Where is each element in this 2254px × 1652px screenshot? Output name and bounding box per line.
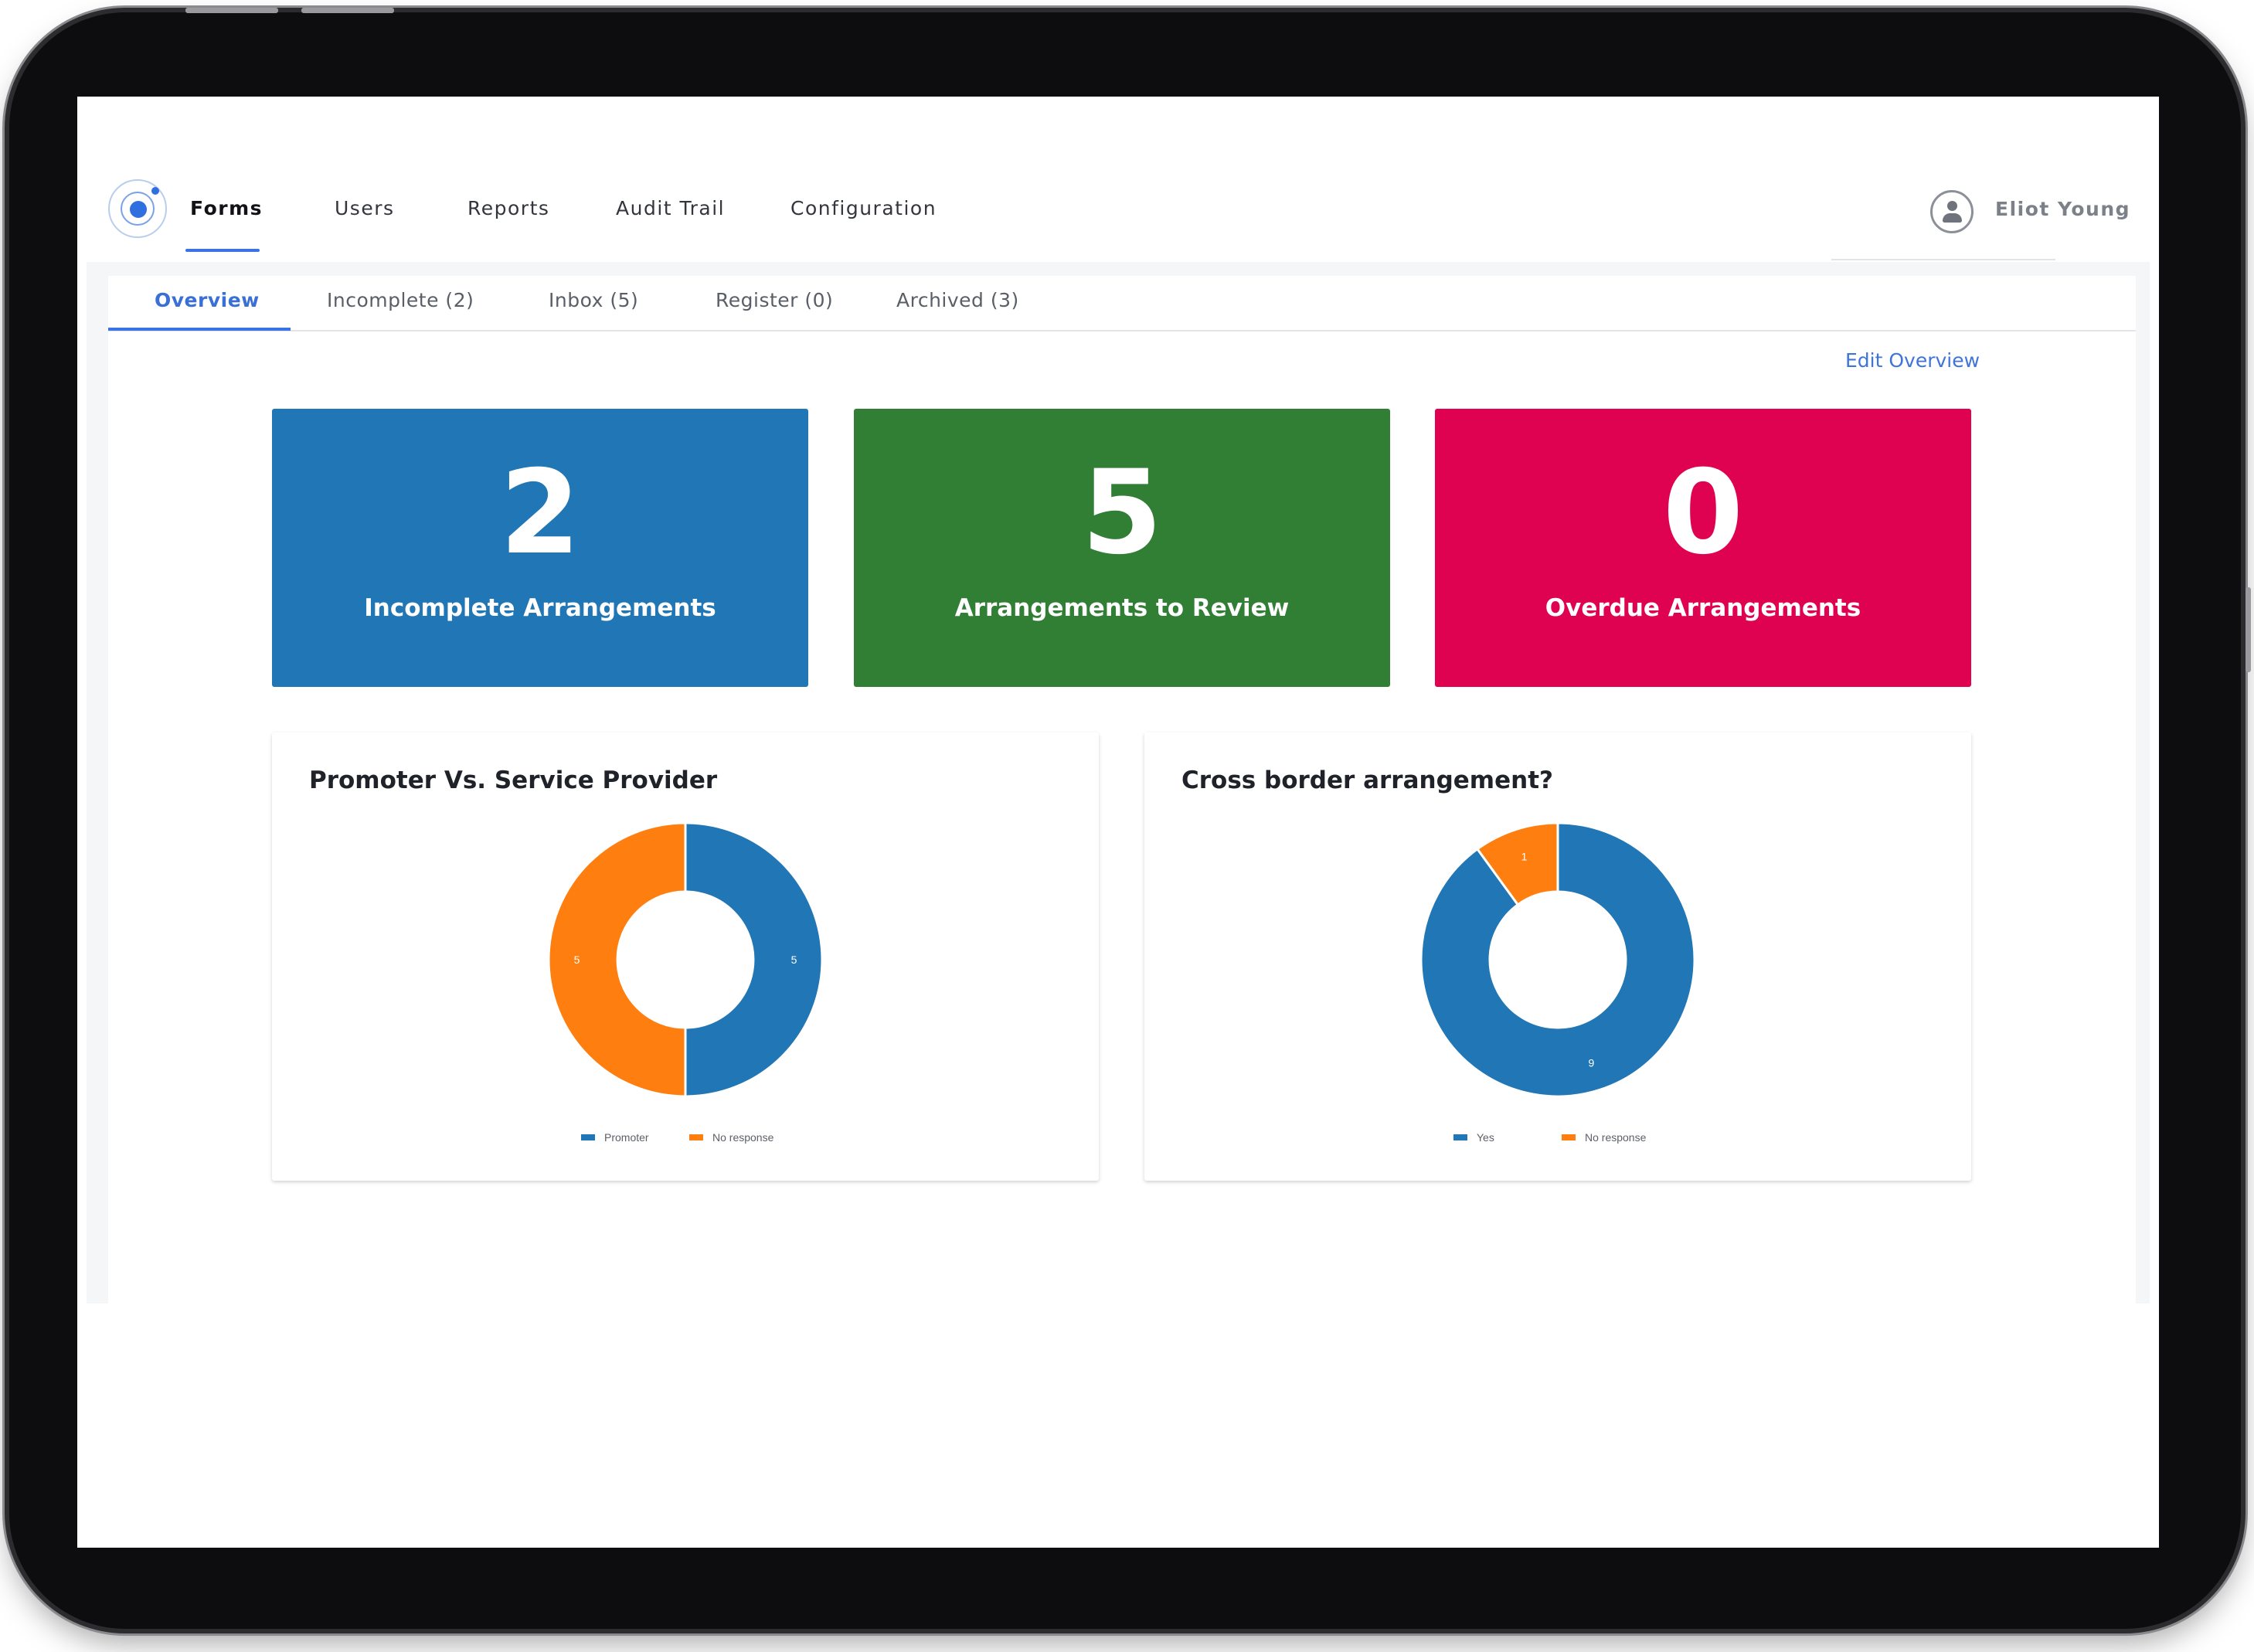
tablet-top-button bbox=[301, 8, 394, 13]
logo-core bbox=[130, 201, 147, 218]
user-divider bbox=[1831, 259, 2055, 260]
app-logo-icon[interactable] bbox=[108, 179, 167, 238]
stat-value: 5 bbox=[1081, 446, 1163, 580]
promoter-vs-service-provider-card: Promoter Vs. Service Provider 5 5 Promoter… bbox=[272, 733, 1099, 1181]
nav-configuration[interactable]: Configuration bbox=[790, 197, 937, 219]
tab-incomplete[interactable]: Incomplete (2) bbox=[327, 289, 474, 311]
tablet-top-button bbox=[185, 8, 278, 13]
donut-slice-promoter[interactable] bbox=[684, 821, 824, 1098]
nav-audit-trail[interactable]: Audit Trail bbox=[616, 197, 725, 219]
legend-label[interactable]: Promoter bbox=[604, 1131, 649, 1144]
legend-label[interactable]: No response bbox=[1585, 1131, 1647, 1144]
nav-active-underline bbox=[185, 249, 260, 252]
tablet-side-button bbox=[2246, 587, 2251, 672]
tab-active-underline bbox=[108, 328, 291, 331]
stat-label: Overdue Arrangements bbox=[1545, 594, 1861, 622]
overview-panel: Overview Incomplete (2) Inbox (5) Regist… bbox=[108, 276, 2136, 1304]
user-avatar-icon[interactable] bbox=[1930, 190, 1974, 233]
arrangements-to-review-card[interactable]: 5 Arrangements to Review bbox=[854, 409, 1390, 687]
legend-label[interactable]: Yes bbox=[1477, 1131, 1494, 1144]
stat-label: Arrangements to Review bbox=[954, 594, 1290, 622]
donut-chart: 9 1 Yes No response bbox=[1419, 821, 1696, 1144]
tabs-divider bbox=[108, 330, 2136, 331]
overdue-arrangements-card[interactable]: 0 Overdue Arrangements bbox=[1435, 409, 1971, 687]
donut-slice-no-response[interactable] bbox=[547, 821, 687, 1098]
stat-label: Incomplete Arrangements bbox=[364, 594, 716, 622]
user-name[interactable]: Eliot Young bbox=[1995, 198, 2130, 220]
legend-swatch bbox=[1453, 1134, 1467, 1140]
nav-reports[interactable]: Reports bbox=[467, 197, 549, 219]
donut-chart: 5 5 Promoter No response bbox=[547, 821, 824, 1144]
avatar-head bbox=[1947, 201, 1957, 211]
legend-label[interactable]: No response bbox=[712, 1131, 774, 1144]
incomplete-arrangements-card[interactable]: 2 Incomplete Arrangements bbox=[272, 409, 808, 687]
edit-overview-link[interactable]: Edit Overview bbox=[1845, 349, 1980, 372]
tab-inbox[interactable]: Inbox (5) bbox=[549, 289, 638, 311]
stat-value: 0 bbox=[1662, 446, 1744, 580]
slice-value-label: 1 bbox=[1521, 850, 1528, 862]
top-navigation: Forms Users Reports Audit Trail Configur… bbox=[77, 97, 2159, 260]
app-screen: Forms Users Reports Audit Trail Configur… bbox=[77, 97, 2159, 1548]
cross-border-arrangement-card: Cross border arrangement? 9 1 Yes No respon… bbox=[1144, 733, 1971, 1181]
slice-value-label: 5 bbox=[574, 953, 580, 966]
avatar-torso bbox=[1943, 213, 1962, 223]
legend-swatch bbox=[1562, 1134, 1576, 1140]
slice-value-label: 9 bbox=[1589, 1057, 1595, 1069]
nav-users[interactable]: Users bbox=[335, 197, 395, 219]
stat-value: 2 bbox=[499, 446, 581, 580]
tab-register[interactable]: Register (0) bbox=[716, 289, 833, 311]
legend-swatch bbox=[689, 1134, 703, 1140]
logo-dot bbox=[151, 187, 159, 195]
slice-value-label: 5 bbox=[791, 953, 797, 966]
tab-overview[interactable]: Overview bbox=[155, 289, 260, 311]
tab-archived[interactable]: Archived (3) bbox=[896, 289, 1019, 311]
legend-swatch bbox=[581, 1134, 595, 1140]
nav-forms[interactable]: Forms bbox=[190, 197, 263, 219]
